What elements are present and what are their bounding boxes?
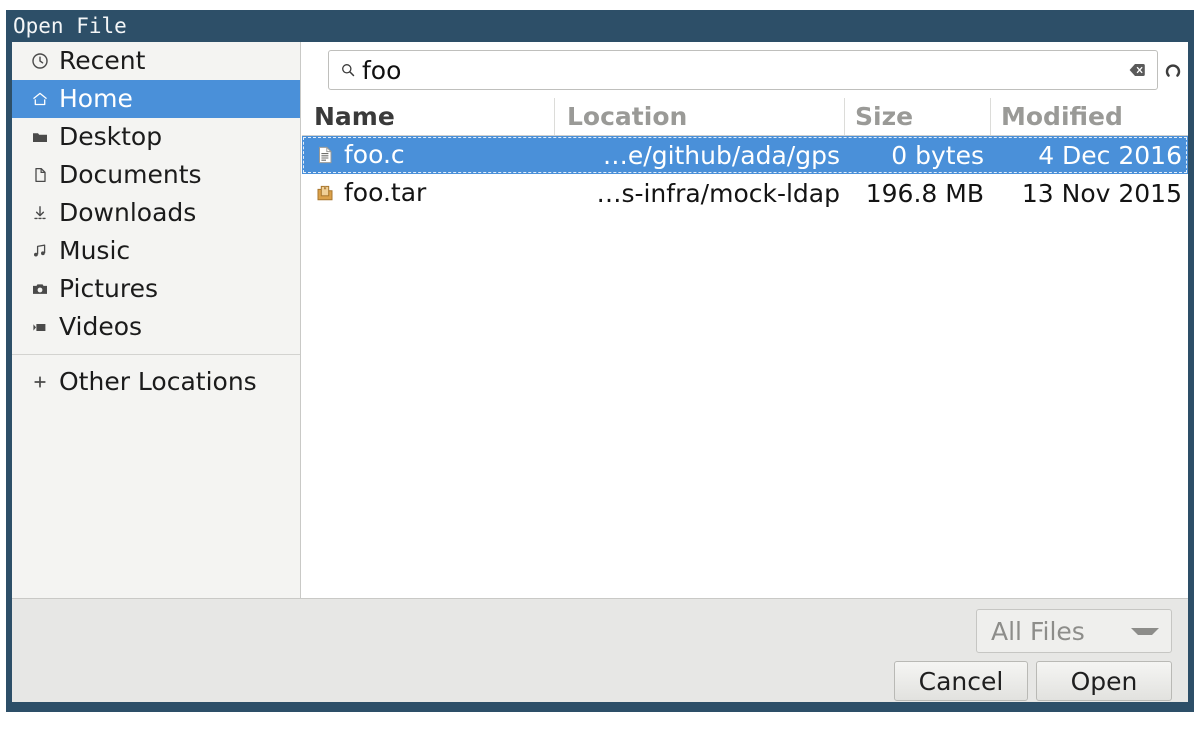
open-button[interactable]: Open [1036,661,1172,701]
sidebar-item-label: Pictures [59,273,158,303]
sidebar-item-other-locations[interactable]: Other Locations [12,363,300,401]
sidebar-item-music[interactable]: Music [12,232,300,270]
dialog-footer: All Files Cancel Open [12,598,1188,702]
column-header-modified[interactable]: Modified [990,98,1188,135]
file-browser-pane: Name Location Size Modified [302,42,1188,598]
file-list[interactable]: foo.c …e/github/ada/gps 0 bytes 4 Dec 20… [302,136,1188,598]
file-name: foo.tar [344,180,427,206]
chevron-down-icon [1131,627,1159,635]
column-header-label: Size [855,102,914,131]
main-area: Recent Home Desktop Documents Downloads … [12,42,1188,598]
open-button-label: Open [1070,666,1138,696]
file-name-cell: foo.tar [302,181,554,206]
file-modified: 13 Nov 2015 [1021,178,1182,208]
search-entry[interactable] [328,50,1158,90]
column-header-label: Modified [1001,102,1123,131]
column-header-label: Location [567,102,688,131]
column-header-size[interactable]: Size [844,98,990,135]
sidebar-item-downloads[interactable]: Downloads [12,194,300,232]
sidebar-item-label: Documents [59,159,202,189]
clock-icon [29,50,51,72]
cancel-button-label: Cancel [918,666,1004,696]
spinner-icon [1164,62,1182,80]
dialog-body: Recent Home Desktop Documents Downloads … [12,42,1188,702]
text-file-icon [314,144,336,166]
sidebar-item-pictures[interactable]: Pictures [12,270,300,308]
sidebar-item-label: Home [59,83,133,113]
sidebar-item-videos[interactable]: Videos [12,308,300,346]
sidebar-item-label: Videos [59,311,143,341]
search-row [302,42,1188,98]
sidebar-item-label: Recent [59,45,146,75]
file-list-header: Name Location Size Modified [302,98,1188,136]
file-filter-value: All Files [991,616,1085,646]
archive-file-icon [314,182,336,204]
file-size: 0 bytes [891,140,984,170]
sidebar-item-label: Downloads [59,197,197,227]
download-icon [29,202,51,224]
sidebar-item-label: Other Locations [59,366,257,396]
music-icon [29,240,51,262]
file-name-cell: foo.c [302,143,554,168]
sidebar-item-recent[interactable]: Recent [12,42,300,80]
column-header-name[interactable]: Name [302,98,554,135]
file-modified: 4 Dec 2016 [1038,140,1182,170]
home-icon [29,88,51,110]
sidebar-item-home[interactable]: Home [12,80,300,118]
sidebar-item-documents[interactable]: Documents [12,156,300,194]
folder-icon [29,126,51,148]
sidebar-item-label: Desktop [59,121,163,151]
file-name: foo.c [344,142,405,168]
clear-icon[interactable] [1127,60,1147,80]
sidebar-item-label: Music [59,235,131,265]
table-row[interactable]: foo.tar …s-infra/mock-ldap 196.8 MB 13 N… [302,174,1188,212]
open-file-dialog: Open File Recent Home Desktop Documents … [6,10,1194,712]
window-titlebar: Open File [6,10,1194,42]
search-icon [340,62,356,78]
column-header-label: Name [314,102,395,131]
file-size: 196.8 MB [865,178,984,208]
plus-icon [29,371,51,393]
window-title: Open File [13,14,127,38]
file-filter-select[interactable]: All Files [976,609,1172,653]
table-row[interactable]: foo.c …e/github/ada/gps 0 bytes 4 Dec 20… [302,136,1188,174]
search-input[interactable] [362,55,1127,85]
file-location: …e/github/ada/gps [602,140,840,170]
places-sidebar[interactable]: Recent Home Desktop Documents Downloads … [12,42,301,598]
column-header-location[interactable]: Location [554,98,844,135]
sidebar-item-desktop[interactable]: Desktop [12,118,300,156]
sidebar-separator [12,354,300,355]
document-icon [29,164,51,186]
file-location: …s-infra/mock-ldap [596,178,840,208]
video-icon [29,316,51,338]
cancel-button[interactable]: Cancel [894,661,1028,701]
camera-icon [29,278,51,300]
